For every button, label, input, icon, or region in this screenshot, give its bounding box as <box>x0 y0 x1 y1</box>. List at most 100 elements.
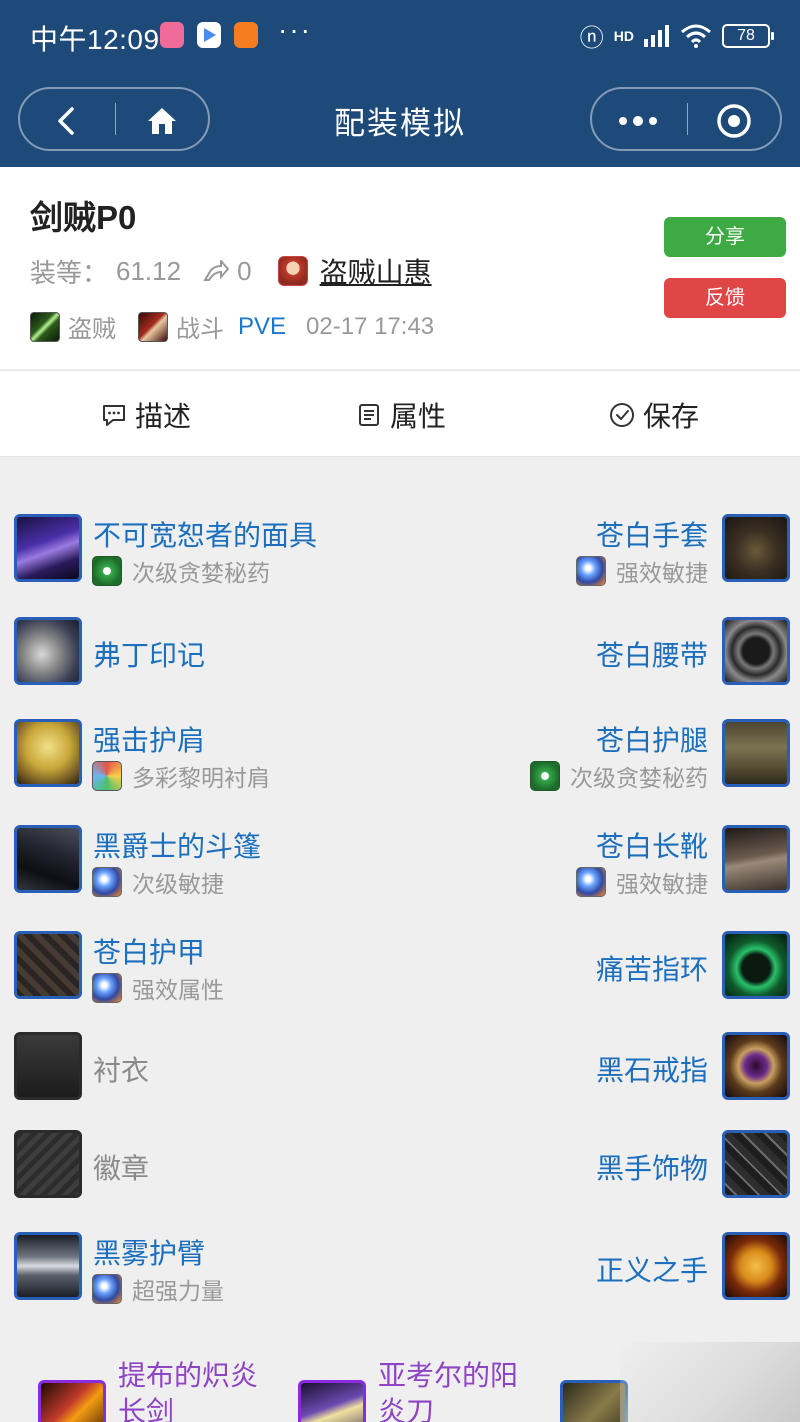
status-indicators: ⓝ HD 78 <box>579 18 774 53</box>
shirt-slot-icon <box>14 1032 82 1100</box>
ring-jade-icon <box>722 931 790 999</box>
bilibili-app-icon <box>160 22 184 48</box>
status-more-dots: ··· <box>278 14 312 45</box>
enchant-icon <box>576 867 606 897</box>
legs-item-icon <box>722 719 790 787</box>
check-circle-icon <box>610 403 634 427</box>
item-name: 苍白护腿 <box>595 725 708 756</box>
gear-slot-shirt[interactable]: 衬衣 <box>14 1032 394 1104</box>
item-name: 痛苦指环 <box>595 954 708 985</box>
offhand-weapon-name[interactable]: 亚考尔的阳炎刀 <box>378 1358 528 1422</box>
close-target-icon[interactable] <box>714 101 754 141</box>
tab-attributes[interactable]: 属性 <box>356 395 446 435</box>
tab-description-label: 描述 <box>135 401 192 432</box>
chat-icon <box>103 405 125 426</box>
enchant-label: 强效敏捷 <box>616 560 708 586</box>
wrist-item-icon <box>14 1232 82 1300</box>
ranged-weapon-icon[interactable] <box>560 1380 628 1422</box>
gear-slot-finger1[interactable]: 痛苦指环 <box>410 931 790 1003</box>
list-icon <box>359 404 379 426</box>
enchant: 次级贪婪秘药 <box>530 759 708 793</box>
feedback-button[interactable]: 反馈 <box>664 278 786 318</box>
gear-slot-chest[interactable]: 苍白护甲 强效属性 <box>14 931 394 1003</box>
gear-slot-tabard[interactable]: 徽章 <box>14 1130 394 1202</box>
gear-slot-shoulder[interactable]: 强击护肩 多彩黎明衬肩 <box>14 719 394 791</box>
share-arrow-icon <box>203 260 230 281</box>
mainhand-weapon-name[interactable]: 提布的炽炎长剑 <box>118 1358 268 1422</box>
enchant-icon <box>92 973 122 1003</box>
item-name: 强击护肩 <box>93 725 206 756</box>
waist-item-icon <box>722 617 790 685</box>
gear-slot-trinket2[interactable]: 正义之手 <box>410 1232 790 1304</box>
gear-level-row: 装等： 61.12 0 盗贼山惠 <box>30 251 432 291</box>
chest-item-icon <box>14 931 82 999</box>
enchant-label: 强效属性 <box>132 977 224 1003</box>
feet-item-icon <box>722 825 790 893</box>
tab-bar: 描述 属性 保存 <box>0 370 800 457</box>
enchant-label: 超强力量 <box>132 1278 224 1304</box>
gear-slot-head[interactable]: 不可宽恕者的面具 次级贪婪秘药 <box>14 514 394 586</box>
item-name: 衬衣 <box>93 1055 150 1086</box>
gear-slot-hands[interactable]: 苍白手套 强效敏捷 <box>410 514 790 586</box>
hands-item-icon <box>722 514 790 582</box>
build-title: 剑贼P0 <box>30 199 137 236</box>
more-icon[interactable] <box>618 101 658 141</box>
enchant-label: 次级贪婪秘药 <box>570 765 708 791</box>
author-link[interactable]: 盗贼山惠 <box>320 251 432 291</box>
tab-save[interactable]: 保存 <box>609 395 699 435</box>
gear-slot-waist[interactable]: 苍白腰带 <box>410 617 790 689</box>
item-name: 苍白手套 <box>595 520 708 551</box>
item-name: 苍白腰带 <box>595 640 708 671</box>
video-app-icon <box>197 22 221 48</box>
mainhand-sword-icon[interactable] <box>38 1380 106 1422</box>
enchant-label: 次级贪婪秘药 <box>132 560 270 586</box>
item-name: 黑雾护臂 <box>93 1238 206 1269</box>
enchant-label: 多彩黎明衬肩 <box>132 765 270 791</box>
tab-description[interactable]: 描述 <box>101 395 191 435</box>
item-name: 正义之手 <box>595 1255 708 1286</box>
gear-slot-feet[interactable]: 苍白长靴 强效敏捷 <box>410 825 790 897</box>
battery-icon: 78 <box>722 23 774 48</box>
head-item-icon <box>14 514 82 582</box>
author-avatar[interactable] <box>277 256 308 286</box>
gear-slot-wrist[interactable]: 黑雾护臂 超强力量 <box>14 1232 394 1304</box>
signal-hd: HD <box>613 27 634 44</box>
wifi-icon <box>681 24 711 48</box>
enchant: 次级贪婪秘药 <box>92 554 270 588</box>
nfc-icon: ⓝ <box>579 25 604 52</box>
enchant-icon <box>530 761 560 791</box>
item-name: 黑石戒指 <box>595 1055 708 1086</box>
scroll-fade-overlay <box>620 1342 800 1422</box>
gear-slot-trinket[interactable]: 黑手饰物 <box>410 1130 790 1202</box>
rogue-class-icon <box>30 311 60 342</box>
neck-item-icon <box>14 617 82 685</box>
trinket-item-icon <box>722 1130 790 1198</box>
item-name: 苍白护甲 <box>93 937 206 968</box>
shoulder-item-icon <box>14 719 82 787</box>
item-name: 不可宽恕者的面具 <box>93 520 318 551</box>
tabard-slot-icon <box>14 1130 82 1198</box>
share-button[interactable]: 分享 <box>664 217 786 257</box>
class-label: 盗贼 <box>68 316 116 343</box>
gear-slot-finger2[interactable]: 黑石戒指 <box>410 1032 790 1104</box>
gear-slot-legs[interactable]: 苍白护腿 次级贪婪秘药 <box>410 719 790 791</box>
build-info-card: 剑贼P0 装等： 61.12 0 盗贼山惠 盗贼 战斗 PVE 02-17 17… <box>0 167 800 369</box>
top-bar: 中午12:09 ··· ⓝ HD 78 配装模拟 <box>0 0 800 167</box>
gear-slot-neck[interactable]: 弗丁印记 <box>14 617 394 689</box>
enchant: 多彩黎明衬肩 <box>92 759 270 793</box>
signal-icon <box>644 24 669 47</box>
enchant: 超强力量 <box>92 1272 224 1306</box>
tab-save-label: 保存 <box>643 401 700 432</box>
status-time: 中午12:09 <box>30 24 160 55</box>
item-name: 弗丁印记 <box>93 640 206 671</box>
gear-slot-back[interactable]: 黑爵士的斗篷 次级敏捷 <box>14 825 394 897</box>
capsule-divider <box>687 103 688 135</box>
enchant-label: 强效敏捷 <box>616 871 708 897</box>
enchant: 强效属性 <box>92 971 224 1005</box>
mode-label: PVE <box>238 312 287 340</box>
item-name: 黑手饰物 <box>595 1153 708 1184</box>
nav-right-capsule <box>590 87 782 151</box>
enchant-icon <box>92 867 122 897</box>
build-date: 02-17 17:43 <box>306 312 435 340</box>
offhand-blade-icon[interactable] <box>298 1380 366 1422</box>
